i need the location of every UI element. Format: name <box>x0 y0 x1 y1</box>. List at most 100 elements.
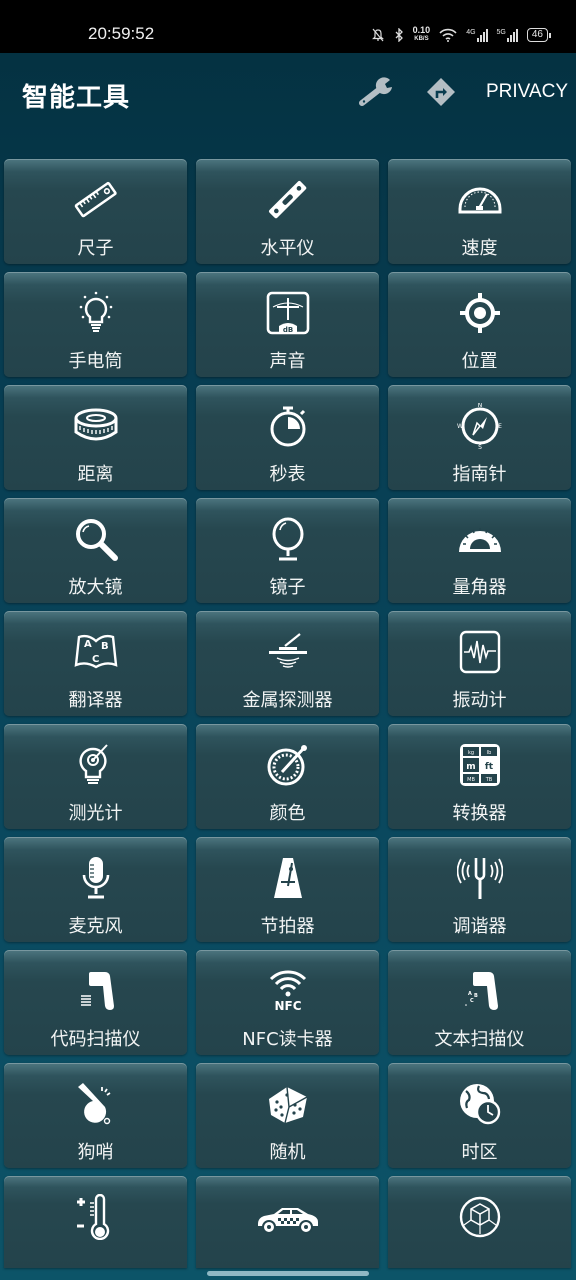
tool-microphone[interactable]: 麦克风 <box>4 837 187 942</box>
tool-label: 测光计 <box>68 803 123 824</box>
svg-text:m: m <box>466 762 475 772</box>
tool-magnifier[interactable]: 放大镜 <box>4 498 187 603</box>
globe-clock-icon <box>457 1081 503 1127</box>
tool-distance[interactable]: 距离 <box>4 385 187 490</box>
signal-5g-icon: 5G <box>497 28 518 42</box>
svg-text:dB: dB <box>282 326 292 334</box>
unit-converter-icon: kg lb m ft MB TB <box>457 742 503 788</box>
mirror-icon <box>265 516 311 562</box>
tool-sound[interactable]: dB 声音 <box>196 272 379 377</box>
tool-label: 翻译器 <box>68 690 123 711</box>
tool-label: 位置 <box>461 351 498 372</box>
tool-converter[interactable]: kg lb m ft MB TB 转换器 <box>388 724 571 829</box>
color-picker-icon <box>265 742 311 788</box>
speedometer-icon <box>457 177 503 223</box>
svg-text:C: C <box>92 654 99 665</box>
tool-label: 镜子 <box>269 577 306 598</box>
status-time: 20:59:52 <box>88 24 155 43</box>
tool-label: 时区 <box>461 1142 498 1163</box>
location-crosshair-icon <box>457 290 503 336</box>
text-scanner-icon: ABC <box>457 968 503 1014</box>
wifi-icon <box>439 28 457 42</box>
tool-label: 狗哨 <box>77 1142 114 1163</box>
tool-car[interactable] <box>196 1176 379 1268</box>
tool-nfc-reader[interactable]: NFC NFC读卡器 <box>196 950 379 1055</box>
tool-speed[interactable]: 速度 <box>388 159 571 264</box>
tool-label: 尺子 <box>77 238 114 259</box>
tool-compass[interactable]: N S W E 指南针 <box>388 385 571 490</box>
3d-cube-icon <box>457 1194 503 1240</box>
bluetooth-icon <box>395 28 403 42</box>
tool-label: 秒表 <box>269 464 306 485</box>
turn-right-diamond-icon <box>427 78 455 106</box>
tool-light-meter[interactable]: 测光计 <box>4 724 187 829</box>
tool-label: 颜色 <box>269 803 306 824</box>
privacy-button[interactable]: PRIVACY <box>486 81 568 103</box>
svg-text:N: N <box>477 403 482 409</box>
svg-text:A: A <box>468 991 472 997</box>
tool-label: 速度 <box>461 238 498 259</box>
tool-label: 代码扫描仪 <box>50 1029 141 1050</box>
tool-label: 调谐器 <box>452 916 507 937</box>
barcode-scanner-icon <box>73 968 119 1014</box>
directions-button[interactable] <box>426 77 456 107</box>
settings-button[interactable] <box>358 77 398 107</box>
tool-ruler[interactable]: 尺子 <box>4 159 187 264</box>
tool-dog-whistle[interactable]: 狗哨 <box>4 1063 187 1168</box>
svg-text:TB: TB <box>484 777 492 783</box>
tool-tuner[interactable]: 调谐器 <box>388 837 571 942</box>
tools-grid: 尺子 水平仪 速度 手电筒 dB 声音 位置 距离 秒表 N S W E 指南针 放大镜 … <box>4 159 572 1268</box>
abc-book-icon: ABC <box>73 629 119 675</box>
magnifier-icon <box>73 516 119 562</box>
app-bar: 智能工具 PRIVACY <box>0 53 576 133</box>
tool-label: 水平仪 <box>260 238 315 259</box>
tool-timezone[interactable]: 时区 <box>388 1063 571 1168</box>
tool-3d[interactable] <box>388 1176 571 1268</box>
tool-location[interactable]: 位置 <box>388 272 571 377</box>
wrench-icon <box>359 77 392 106</box>
tool-metal-detector[interactable]: 金属探测器 <box>196 611 379 716</box>
home-indicator[interactable] <box>207 1271 369 1276</box>
mute-bell-icon <box>371 28 384 42</box>
tool-label: 放大镜 <box>68 577 123 598</box>
light-meter-icon <box>73 742 119 788</box>
tool-label: 节拍器 <box>260 916 315 937</box>
tool-thermometer[interactable] <box>4 1176 187 1268</box>
stopwatch-icon <box>265 403 311 449</box>
tool-stopwatch[interactable]: 秒表 <box>196 385 379 490</box>
tool-label: NFC读卡器 <box>242 1029 333 1050</box>
tool-label: 距离 <box>77 464 114 485</box>
tool-text-scanner[interactable]: A B C 文本扫描仪 <box>388 950 571 1055</box>
tool-color[interactable]: 颜色 <box>196 724 379 829</box>
tool-label: 金属探测器 <box>242 690 333 711</box>
tool-label: 量角器 <box>452 577 507 598</box>
tool-label: 转换器 <box>452 803 507 824</box>
svg-text:A: A <box>84 639 92 650</box>
tool-code-scanner[interactable]: 代码扫描仪 <box>4 950 187 1055</box>
tool-mirror[interactable]: 镜子 <box>196 498 379 603</box>
status-icons: 0.10 KB/S 4G 5G 46 <box>371 26 552 44</box>
signal-4g-icon: 4G <box>466 28 488 42</box>
svg-text:lb: lb <box>486 750 491 756</box>
dice-icon <box>265 1081 311 1127</box>
tape-measure-icon <box>73 403 119 449</box>
tool-vibration[interactable]: 振动计 <box>388 611 571 716</box>
ruler-icon <box>73 177 119 223</box>
svg-text:MB: MB <box>467 777 475 783</box>
whistle-icon <box>73 1081 119 1127</box>
svg-text:kg: kg <box>467 750 473 756</box>
tool-translator[interactable]: A B C 翻译器 <box>4 611 187 716</box>
tool-metronome[interactable]: 节拍器 <box>196 837 379 942</box>
tuning-fork-icon <box>456 855 503 901</box>
svg-text:S: S <box>478 444 482 449</box>
tool-spirit-level[interactable]: 水平仪 <box>196 159 379 264</box>
svg-text:W: W <box>457 423 463 430</box>
tool-label: 指南针 <box>452 464 507 485</box>
tool-protractor[interactable]: 量角器 <box>388 498 571 603</box>
svg-text:C: C <box>470 998 474 1004</box>
tool-flashlight[interactable]: 手电筒 <box>4 272 187 377</box>
svg-text:ft: ft <box>484 762 493 772</box>
tool-label: 振动计 <box>452 690 507 711</box>
tool-random[interactable]: 随机 <box>196 1063 379 1168</box>
tool-label: 文本扫描仪 <box>434 1029 525 1050</box>
